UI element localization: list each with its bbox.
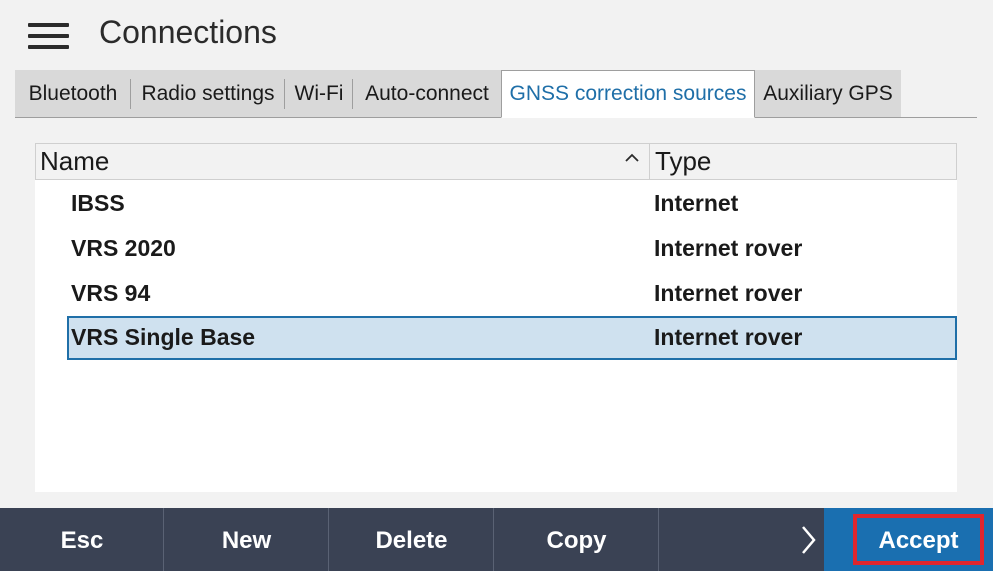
table-header: Name Type [35, 143, 957, 180]
accept-button[interactable]: Accept [824, 508, 993, 571]
tab-radio-settings[interactable]: Radio settings [131, 70, 285, 117]
row-type: Internet rover [654, 280, 803, 306]
copy-button[interactable]: Copy [494, 508, 659, 571]
column-divider[interactable] [649, 144, 650, 179]
header-bar: Connections [0, 0, 993, 70]
chevron-up-icon[interactable] [624, 150, 640, 166]
row-type: Internet rover [654, 235, 803, 261]
tab-wi-fi[interactable]: Wi-Fi [285, 70, 353, 117]
sources-list-panel: Name Type IBSS Internet VRS 2020 Interne… [35, 143, 957, 492]
page-title: Connections [99, 14, 277, 50]
row-name: VRS 2020 [71, 235, 176, 261]
accept-button-label: Accept [853, 514, 984, 565]
tab-auxiliary-gps[interactable]: Auxiliary GPS [755, 70, 901, 117]
tab-bar: Bluetooth Radio settings Wi-Fi Auto-conn… [15, 70, 977, 118]
row-name: VRS 94 [71, 280, 151, 306]
tab-gnss-correction-sources[interactable]: GNSS correction sources [501, 70, 755, 118]
delete-button[interactable]: Delete [329, 508, 494, 571]
row-type: Internet [654, 190, 739, 216]
chevron-right-icon [802, 526, 816, 554]
menu-line [28, 34, 69, 38]
column-header-type[interactable]: Type [655, 146, 711, 177]
tab-auto-connect[interactable]: Auto-connect [353, 70, 501, 117]
menu-line [28, 23, 69, 27]
table-row[interactable]: VRS 2020 Internet rover [67, 227, 957, 270]
softkey-bar: Esc New Delete Copy Accept [0, 508, 993, 571]
esc-button[interactable]: Esc [0, 508, 164, 571]
empty-softkey [659, 508, 790, 571]
tab-bluetooth[interactable]: Bluetooth [15, 70, 131, 117]
new-button[interactable]: New [164, 508, 329, 571]
column-header-name[interactable]: Name [40, 146, 109, 177]
table-row[interactable]: VRS 94 Internet rover [67, 272, 957, 315]
table-row[interactable]: IBSS Internet [67, 182, 957, 225]
menu-line [28, 45, 69, 49]
row-name: VRS Single Base [71, 324, 256, 350]
row-type: Internet rover [654, 324, 803, 350]
row-name: IBSS [71, 190, 125, 216]
hamburger-menu-icon[interactable] [26, 20, 72, 52]
next-page-button[interactable] [790, 508, 824, 571]
table-row-selected[interactable]: VRS Single Base Internet rover [67, 316, 957, 360]
